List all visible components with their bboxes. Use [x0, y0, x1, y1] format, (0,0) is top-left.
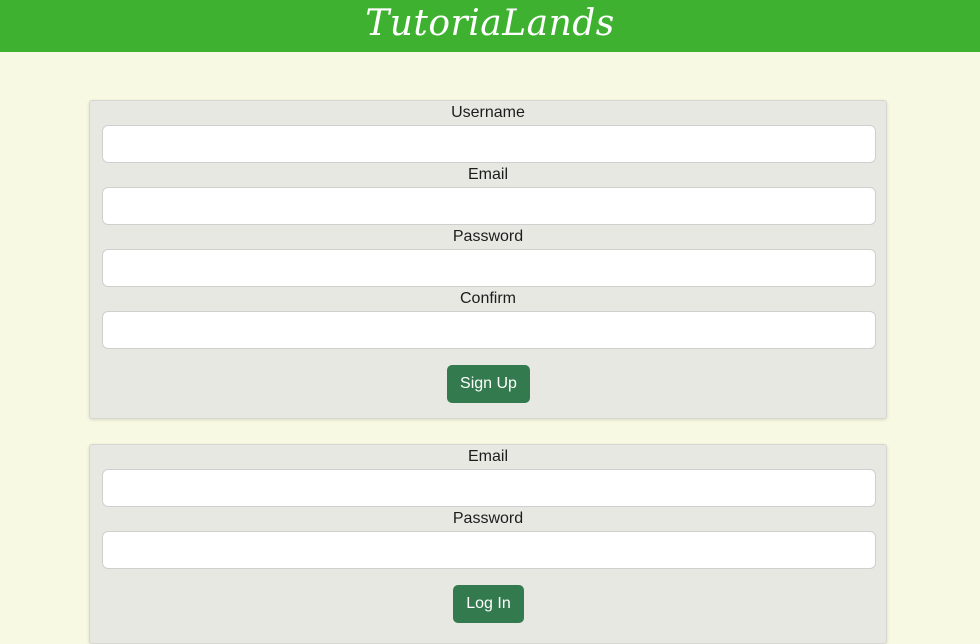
- signup-email-label: Email: [467, 166, 508, 183]
- site-header: TutoriaLands: [0, 0, 980, 52]
- login-button[interactable]: Log In: [453, 585, 524, 623]
- signup-confirm-label: Confirm: [459, 290, 516, 307]
- signup-username-input[interactable]: [102, 125, 876, 163]
- signup-password-input[interactable]: [102, 249, 876, 287]
- signup-email-input[interactable]: [102, 187, 876, 225]
- signup-username-label: Username: [451, 104, 525, 121]
- login-email-input[interactable]: [102, 469, 876, 507]
- signup-confirm-input[interactable]: [102, 311, 876, 349]
- login-email-label: Email: [467, 448, 508, 465]
- login-form: Email Password Log In: [89, 444, 887, 644]
- signup-password-label: Password: [452, 228, 524, 245]
- login-password-label: Password: [452, 510, 524, 527]
- signup-button[interactable]: Sign Up: [447, 365, 530, 403]
- site-logo-text[interactable]: TutoriaLands: [365, 0, 615, 50]
- login-password-input[interactable]: [102, 531, 876, 569]
- signup-form: Username Email Password Confirm Sign Up: [89, 100, 887, 419]
